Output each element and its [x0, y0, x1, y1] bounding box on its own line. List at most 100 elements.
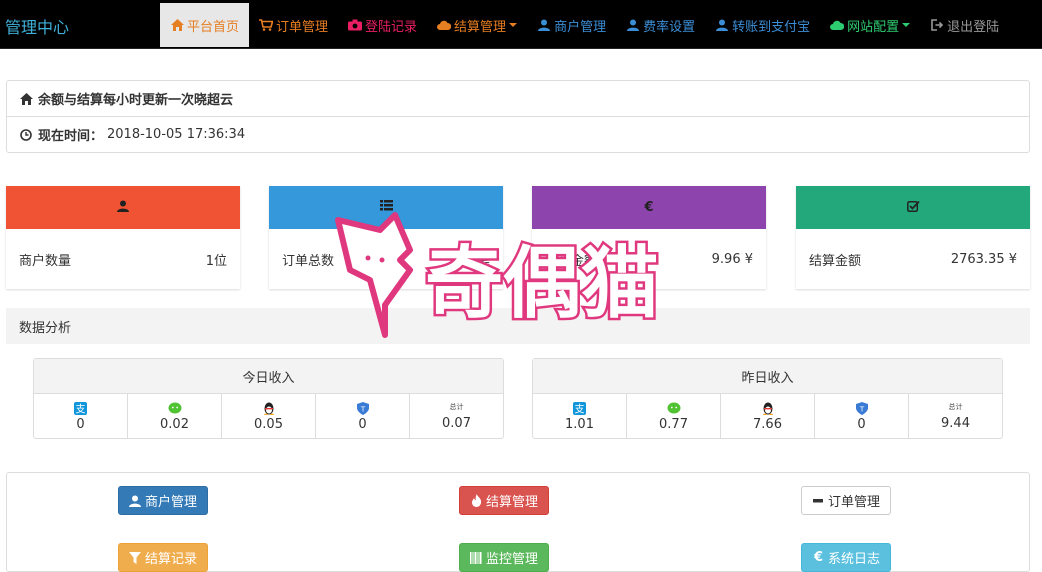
camera-icon	[348, 18, 363, 32]
yesterday-income-cells: 支 1.01 0.77 7.66 T 0 总计 9.44	[533, 394, 1002, 439]
cloud-icon	[437, 18, 452, 32]
nav-item-merchants[interactable]: 商户管理	[527, 3, 616, 47]
nav-item-transfer-alipay[interactable]: 转账到支付宝	[705, 3, 820, 47]
income-value: 7.66	[753, 417, 782, 432]
user-icon	[129, 494, 142, 508]
euro-icon: €	[813, 550, 824, 565]
today-income-title: 今日收入	[34, 359, 503, 394]
income-value: 0.02	[160, 417, 189, 432]
current-time-value: 2018-10-05 17:36:34	[107, 127, 246, 142]
stat-card-body: 总计金额 9.96 ¥	[532, 229, 766, 289]
stat-card-header	[796, 186, 1030, 229]
alipay-icon: 支	[573, 401, 587, 415]
merchant-management-button[interactable]: 商户管理	[118, 486, 208, 515]
income-cell-tenpay: T 0	[815, 394, 909, 439]
filter-icon	[129, 551, 142, 565]
income-value: 0	[857, 417, 866, 432]
nav-item-settlement[interactable]: 结算管理	[427, 3, 527, 47]
today-income-panel: 今日收入 支 0 0.02 0.05 T 0 总计 0.07	[33, 358, 504, 439]
minus-icon	[812, 494, 825, 508]
nav-item-home[interactable]: 平台首页	[160, 3, 250, 47]
user-icon	[626, 18, 640, 32]
cloud-icon	[830, 18, 845, 32]
nav-item-label: 网站配置	[847, 19, 900, 35]
income-value: 1.01	[565, 417, 594, 432]
shield-icon: T	[855, 401, 869, 415]
stat-card-orders: 订单总数 0笔	[269, 186, 503, 289]
brand-title[interactable]: 管理中心	[5, 14, 69, 38]
total-icon: 总计	[948, 403, 963, 411]
stat-card-body: 订单总数 0笔	[269, 229, 503, 289]
button-label: 结算管理	[485, 495, 538, 510]
check-icon	[906, 200, 920, 216]
income-cell-total: 总计 9.44	[909, 394, 1002, 439]
settlement-records-button[interactable]: 结算记录	[118, 543, 208, 572]
shield-icon: T	[356, 401, 370, 415]
current-time-row: 现在时间： 2018-10-05 17:36:34	[7, 117, 1029, 152]
stat-value: 0笔	[468, 253, 490, 269]
fire-icon	[470, 494, 483, 508]
barcode-icon	[470, 551, 483, 565]
stat-card-merchants: 商户数量 1位	[6, 186, 240, 289]
income-value: 9.44	[941, 416, 970, 431]
button-label: 商户管理	[144, 495, 197, 510]
stat-card-header	[6, 186, 240, 229]
notice-panel: 余额与结算每小时更新一次晓超云 现在时间： 2018-10-05 17:36:3…	[6, 80, 1030, 153]
user-icon	[117, 200, 129, 216]
chevron-down-icon	[902, 23, 911, 27]
stat-card-body: 结算金额 2763.35 ¥	[796, 229, 1030, 289]
stat-label: 结算金额	[809, 253, 862, 269]
system-log-button[interactable]: € 系统日志	[801, 543, 891, 572]
svg-text:T: T	[858, 405, 864, 413]
chevron-down-icon	[509, 23, 518, 27]
income-cell-alipay: 支 0	[34, 394, 128, 439]
nav-item-logout[interactable]: 退出登陆	[920, 3, 1009, 47]
income-cell-alipay: 支 1.01	[533, 394, 627, 439]
nav-item-rates[interactable]: 费率设置	[616, 3, 705, 47]
logout-icon	[930, 18, 944, 32]
button-label: 订单管理	[827, 495, 880, 510]
nav-item-site-config[interactable]: 网站配置	[820, 3, 920, 47]
current-time-label: 现在时间：	[38, 129, 104, 144]
income-cell-qq: 7.66	[721, 394, 815, 439]
stat-label: 商户数量	[19, 253, 72, 269]
monitor-management-button[interactable]: 监控管理	[459, 543, 549, 572]
cart-icon	[259, 18, 274, 32]
svg-text:支: 支	[575, 403, 585, 415]
stat-card-settled-amount: 结算金额 2763.35 ¥	[796, 186, 1030, 289]
stat-card-body: 商户数量 1位	[6, 229, 240, 289]
svg-text:支: 支	[76, 403, 86, 415]
data-analysis-title: 数据分析	[6, 308, 1030, 344]
nav-item-label: 费率设置	[643, 19, 696, 35]
today-income-cells: 支 0 0.02 0.05 T 0 总计 0.07	[34, 394, 503, 439]
top-navbar: 管理中心 平台首页 订单管理 登陆记录 结算管理 商户管理 费率设置 转账到支付…	[0, 0, 1042, 49]
stat-card-header: €	[532, 186, 766, 229]
nav-item-label: 退出登陆	[947, 19, 1000, 35]
user-icon	[537, 18, 551, 32]
button-label: 监控管理	[485, 552, 538, 567]
income-cell-wechat: 0.02	[128, 394, 222, 439]
nav-item-label: 订单管理	[276, 19, 329, 35]
nav-item-orders[interactable]: 订单管理	[249, 3, 338, 47]
income-value: 0.77	[659, 417, 688, 432]
nav-item-login-records[interactable]: 登陆记录	[338, 3, 427, 47]
stat-label: 订单总数	[282, 253, 335, 269]
nav-item-label: 转账到支付宝	[732, 19, 811, 35]
income-cell-wechat: 0.77	[627, 394, 721, 439]
order-management-button[interactable]: 订单管理	[801, 486, 891, 515]
notice-message: 余额与结算每小时更新一次晓超云	[38, 93, 234, 108]
income-value: 0	[76, 417, 85, 432]
yesterday-income-panel: 昨日收入 支 1.01 0.77 7.66 T 0 总计 9.44	[532, 358, 1003, 439]
income-cell-qq: 0.05	[222, 394, 316, 439]
income-value: 0	[358, 417, 367, 432]
stat-card-header	[269, 186, 503, 229]
list-icon	[379, 200, 393, 215]
notice-message-row: 余额与结算每小时更新一次晓超云	[7, 81, 1029, 117]
income-cell-tenpay: T 0	[316, 394, 410, 439]
alipay-icon: 支	[74, 401, 88, 415]
button-label: 系统日志	[827, 552, 880, 567]
total-icon: 总计	[449, 403, 464, 411]
settlement-management-button[interactable]: 结算管理	[459, 486, 549, 515]
qq-icon	[761, 401, 775, 415]
nav-item-label: 平台首页	[187, 19, 240, 35]
